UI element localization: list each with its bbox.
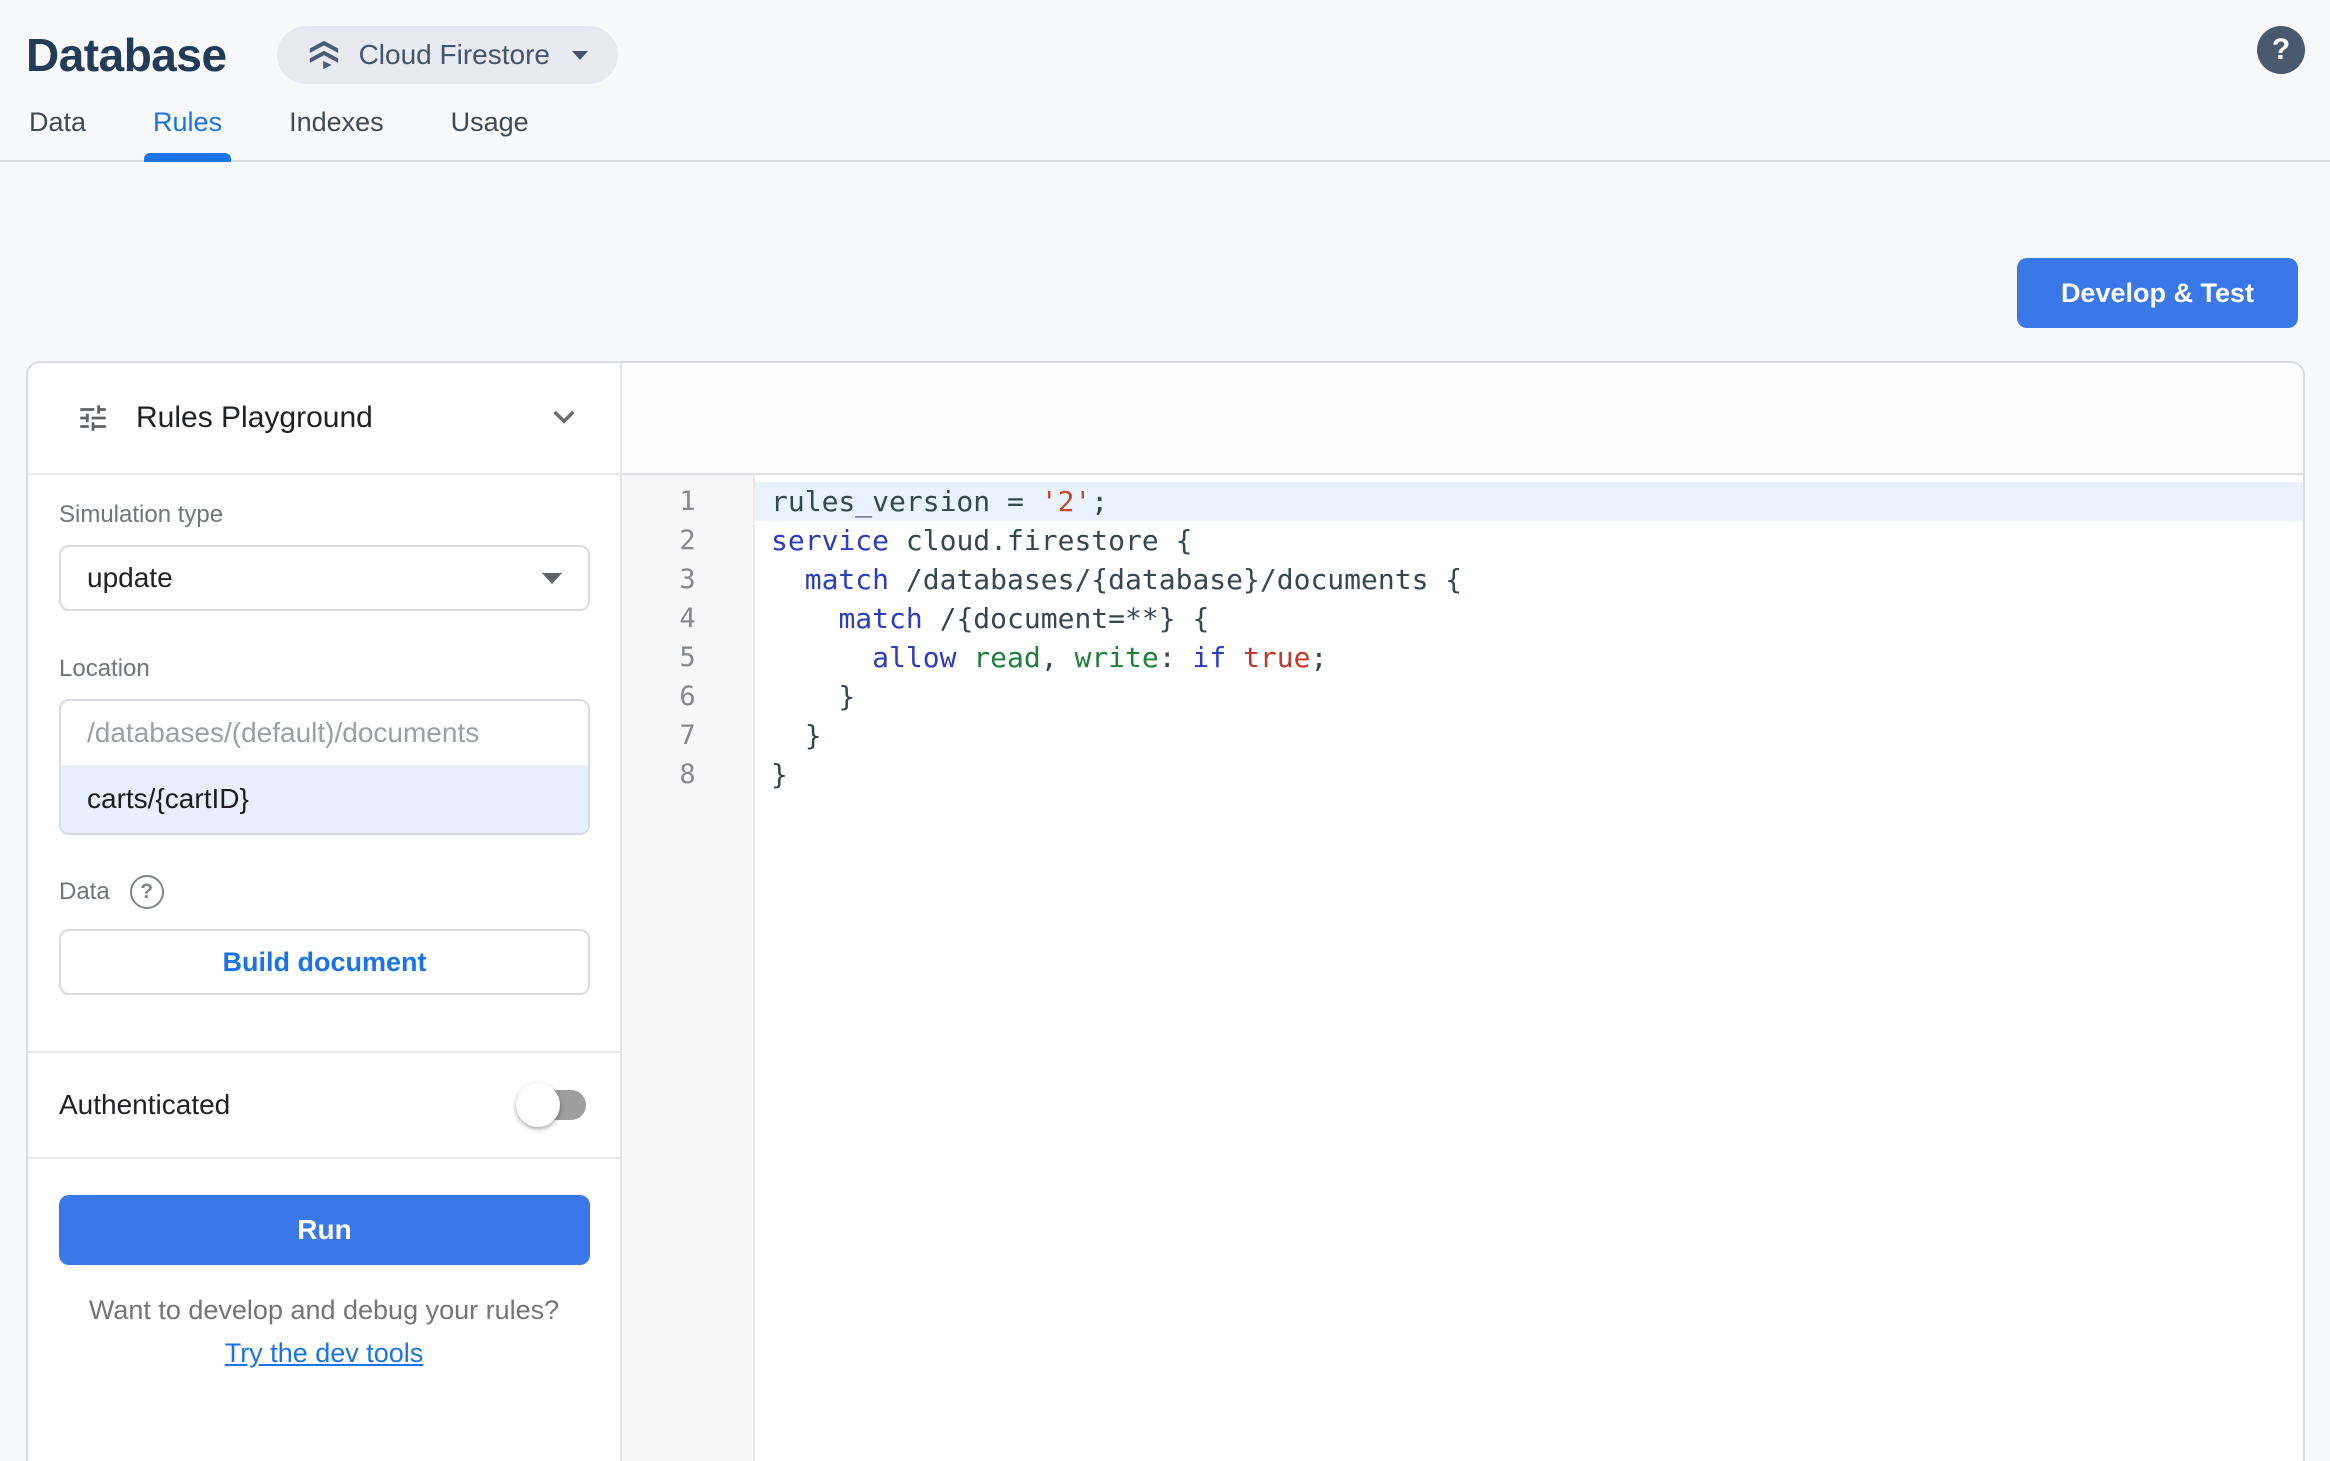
dev-tools-question: Want to develop and debug your rules? (88, 1295, 560, 1325)
editor-body[interactable]: 1 2 3 4 5 6 7 8 rules_version = '2'; service clo… (622, 475, 2303, 1461)
firestore-icon (309, 40, 338, 70)
line-number: 6 (679, 681, 696, 712)
location-box (59, 699, 590, 835)
tab-bar: Data Rules Indexes Usage (0, 96, 2330, 162)
line-number: 7 (679, 720, 696, 751)
tune-icon (80, 405, 106, 431)
run-area: Run (28, 1159, 620, 1265)
location-label: Location (59, 655, 150, 682)
data-label: Data (59, 878, 110, 905)
data-row: Data ? (59, 875, 590, 909)
rules-card: Rules Playground Simulation type update … (26, 361, 2305, 1461)
rules-playground-panel: Rules Playground Simulation type update … (28, 363, 622, 1461)
location-base-input[interactable] (61, 701, 588, 765)
rules-playground-header[interactable]: Rules Playground (28, 363, 620, 475)
firestore-rules-page: Database Cloud Firestore ? Data Rules Inde… (0, 0, 2330, 1461)
line-number: 1 (679, 486, 696, 517)
chevron-down-icon (571, 50, 588, 60)
develop-test-button[interactable]: Develop & Test (2016, 258, 2298, 328)
panel-footer: Want to develop and debug your rules? Tr… (28, 1295, 620, 1369)
code-line[interactable]: } (755, 716, 2303, 755)
editor-toolbar (622, 363, 2303, 475)
code-line[interactable]: match /{document=**} { (755, 599, 2303, 638)
help-icon[interactable]: ? (2257, 26, 2305, 74)
simulation-type-value: update (87, 562, 173, 593)
authenticated-label: Authenticated (59, 1089, 231, 1120)
location-path-input[interactable] (61, 765, 588, 833)
code-line[interactable]: allow read, write: if true; (755, 638, 2303, 677)
simulation-type-label: Simulation type (59, 501, 224, 528)
data-help-icon[interactable]: ? (129, 875, 164, 909)
tab-rules[interactable]: Rules (144, 107, 232, 162)
tab-usage[interactable]: Usage (451, 107, 529, 160)
actions-row: Develop & Test (0, 162, 2330, 328)
authenticated-row: Authenticated (28, 1053, 620, 1157)
line-number: 2 (679, 525, 696, 556)
dev-tools-link[interactable]: Try the dev tools (225, 1338, 424, 1369)
rules-editor: 1 2 3 4 5 6 7 8 rules_version = '2'; service clo… (622, 363, 2303, 1461)
build-document-button[interactable]: Build document (59, 929, 590, 995)
code-line[interactable]: rules_version = '2'; (755, 482, 2303, 521)
simulation-type-select[interactable]: update (59, 545, 590, 611)
toggle-knob (516, 1083, 560, 1127)
chip-label: Cloud Firestore (358, 39, 550, 70)
line-number: 8 (679, 759, 696, 790)
select-caret-icon (542, 572, 562, 584)
run-button[interactable]: Run (59, 1195, 590, 1265)
line-number: 5 (679, 642, 696, 673)
code-line[interactable]: service cloud.firestore { (755, 521, 2303, 560)
code-line[interactable]: } (755, 755, 2303, 794)
rules-playground-title: Rules Playground (136, 401, 373, 434)
tab-indexes[interactable]: Indexes (289, 107, 384, 160)
line-number: 3 (679, 564, 696, 595)
authenticated-toggle[interactable] (516, 1083, 586, 1127)
collapse-chevron-icon[interactable] (548, 400, 580, 437)
playground-form: Simulation type update Location Data ? B… (28, 475, 620, 1051)
page-title: Database (26, 29, 227, 81)
code-area[interactable]: rules_version = '2'; service cloud.firest… (755, 475, 2303, 1461)
code-line[interactable]: match /databases/{database}/documents { (755, 560, 2303, 599)
header: Database Cloud Firestore ? (0, 0, 2330, 96)
line-number: 4 (679, 603, 696, 634)
tab-data[interactable]: Data (29, 107, 86, 160)
database-type-chip[interactable]: Cloud Firestore (276, 26, 618, 84)
code-line[interactable]: } (755, 677, 2303, 716)
line-number-gutter: 1 2 3 4 5 6 7 8 (622, 475, 755, 1461)
